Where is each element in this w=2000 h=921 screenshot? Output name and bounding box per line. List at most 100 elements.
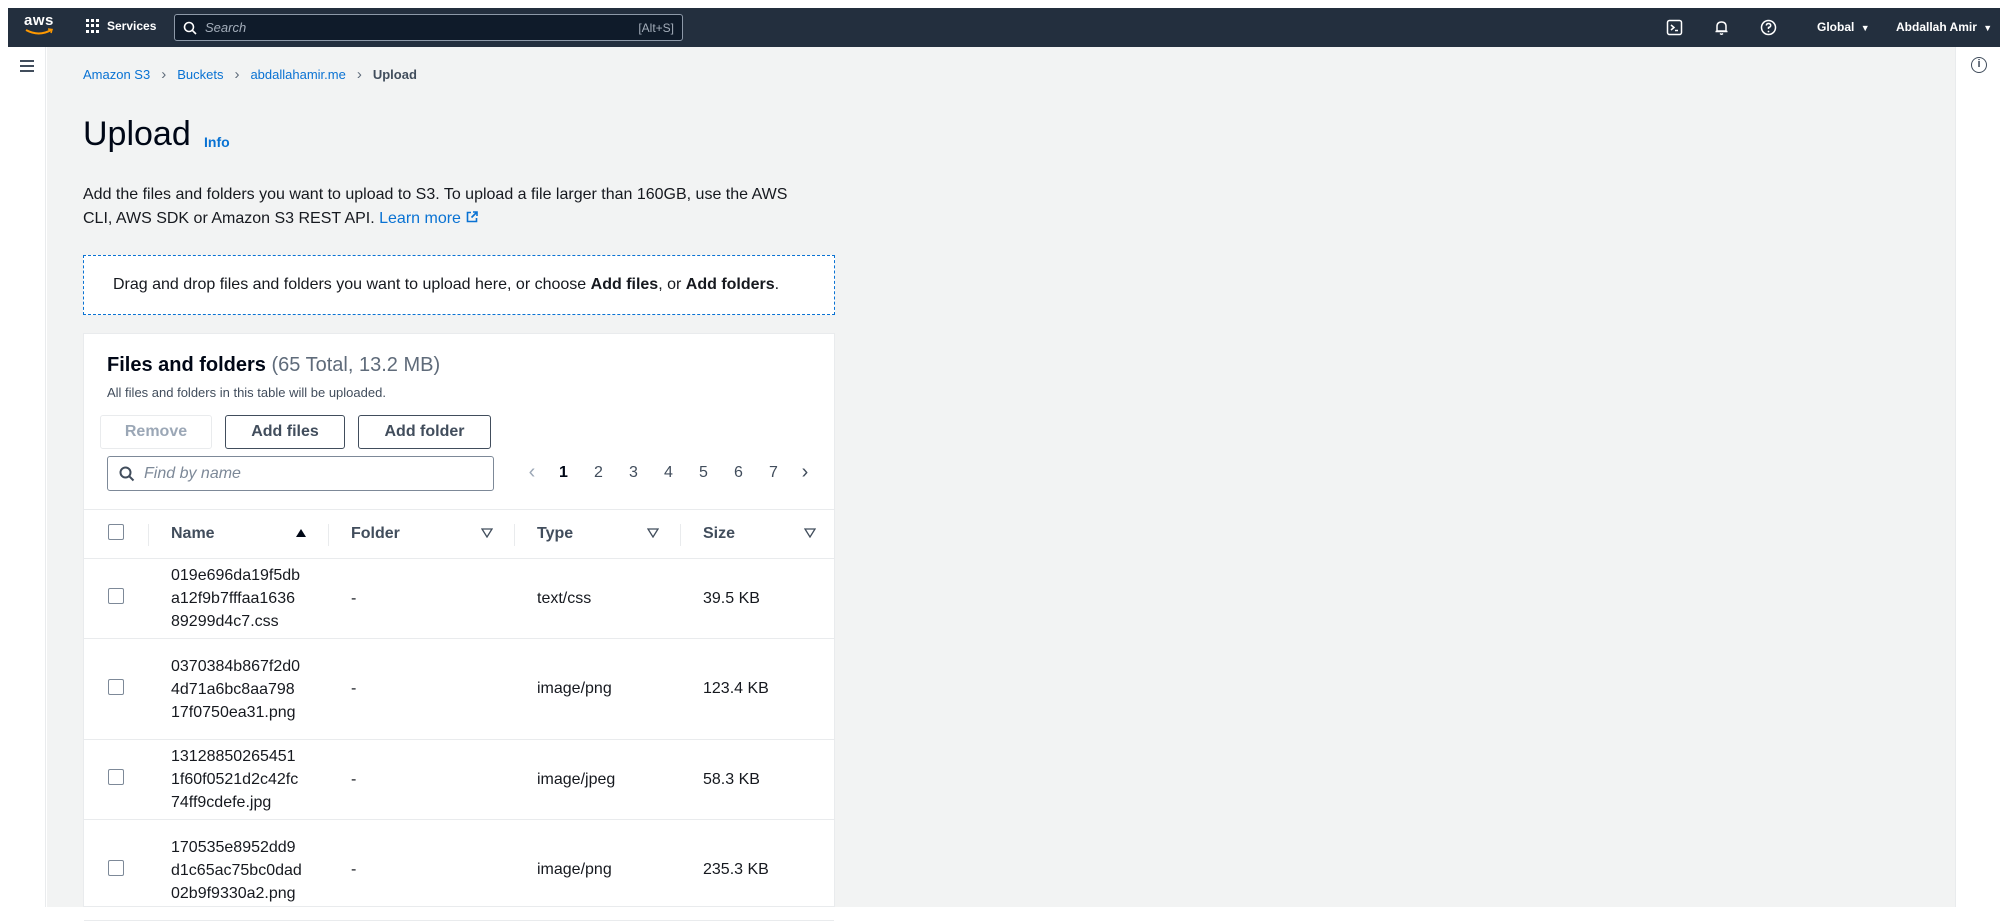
files-table: Name Folder Type Size 019e696da19f5dba12… xyxy=(84,509,834,921)
chevron-right-icon[interactable]: › xyxy=(791,461,819,484)
right-tools-panel: i xyxy=(1955,47,2000,907)
row-size: 39.5 KB xyxy=(681,558,834,639)
caret-down-icon: ▼ xyxy=(1983,23,1993,33)
row-size: 123.4 KB xyxy=(681,638,834,740)
column-header-type[interactable]: Type xyxy=(515,509,681,559)
services-label: Services xyxy=(107,19,157,33)
find-by-name-input[interactable]: Find by name xyxy=(107,456,494,491)
panel-count: (65 Total, 13.2 MB) xyxy=(271,354,441,376)
row-folder: - xyxy=(329,558,515,639)
search-placeholder: Search xyxy=(205,20,247,35)
account-menu[interactable]: Abdallah Amir ▼ xyxy=(1896,20,1992,34)
row-type: image/png xyxy=(515,638,681,740)
select-all-header xyxy=(84,509,149,559)
grid-icon xyxy=(86,19,100,33)
table-row[interactable]: 170535e8952dd9d1c65ac75bc0dad02b9f9330a2… xyxy=(84,819,834,921)
row-file-name: 0370384b867f2d04d71a6bc8aa79817f0750ea31… xyxy=(171,657,301,721)
search-icon xyxy=(119,466,135,481)
top-navigation-bar: aws Services Search [Alt+S] Global ▼ Abd… xyxy=(8,8,2000,47)
row-size: 58.3 KB xyxy=(681,739,834,820)
add-folder-button[interactable]: Add folder xyxy=(358,415,491,449)
search-icon xyxy=(183,21,197,35)
aws-smile-icon xyxy=(25,28,53,35)
page-2[interactable]: 2 xyxy=(581,464,616,482)
table-row[interactable]: 131288502654511f60f0521d2c42fc74ff9cdefe… xyxy=(84,739,834,820)
page-1[interactable]: 1 xyxy=(546,464,581,482)
column-type-label: Type xyxy=(537,525,574,542)
row-size: 235.3 KB xyxy=(681,819,834,921)
sort-ascending-icon xyxy=(296,529,306,537)
page-description: Add the files and folders you want to up… xyxy=(83,183,843,231)
dropzone-add-files: Add files xyxy=(590,276,659,293)
learn-more-label: Learn more xyxy=(379,210,461,227)
select-all-checkbox[interactable] xyxy=(108,523,124,540)
page-5[interactable]: 5 xyxy=(686,464,721,482)
row-file-name: 170535e8952dd9d1c65ac75bc0dad02b9f9330a2… xyxy=(171,838,302,902)
menu-icon[interactable] xyxy=(20,60,34,75)
learn-more-link[interactable]: Learn more xyxy=(379,210,479,227)
info-panel-icon[interactable]: i xyxy=(1971,57,1987,73)
find-placeholder: Find by name xyxy=(144,464,241,482)
pagination: ‹ 1 2 3 4 5 6 7 › xyxy=(518,461,819,484)
description-line-1: Add the files and folders you want to up… xyxy=(83,186,788,203)
dropzone-add-folders: Add folders xyxy=(685,276,775,293)
page-6[interactable]: 6 xyxy=(721,464,756,482)
column-size-label: Size xyxy=(703,525,736,542)
row-type: image/png xyxy=(515,819,681,921)
region-label: Global xyxy=(1817,20,1855,34)
info-link[interactable]: Info xyxy=(204,134,230,150)
panel-title: Files and folders (65 Total, 13.2 MB) xyxy=(107,354,440,377)
breadcrumb-bucket[interactable]: abdallahamir.me xyxy=(250,67,345,82)
row-type: image/jpeg xyxy=(515,739,681,820)
dropzone-text-end: . xyxy=(774,276,780,293)
notifications-bell-icon[interactable] xyxy=(1713,19,1730,36)
search-input[interactable]: Search [Alt+S] xyxy=(174,14,683,41)
breadcrumb-current: Upload xyxy=(372,67,417,82)
left-sidebar xyxy=(8,47,46,907)
sort-caret-icon xyxy=(804,528,816,538)
description-line-2: CLI, AWS SDK or Amazon S3 REST API. xyxy=(83,210,375,227)
dropzone-text-mid: , or xyxy=(658,276,686,293)
column-header-size[interactable]: Size xyxy=(681,509,834,559)
row-folder: - xyxy=(329,819,515,921)
chevron-right-icon: › xyxy=(161,66,167,83)
aws-logo[interactable]: aws xyxy=(24,12,58,40)
breadcrumb-amazon-s3[interactable]: Amazon S3 xyxy=(83,67,150,82)
column-folder-label: Folder xyxy=(351,525,400,542)
account-name: Abdallah Amir xyxy=(1896,20,1977,34)
search-shortcut: [Alt+S] xyxy=(638,20,674,35)
upload-dropzone[interactable]: Drag and drop files and folders you want… xyxy=(83,255,835,315)
region-selector[interactable]: Global ▼ xyxy=(1817,20,1870,34)
panel-title-text: Files and folders xyxy=(107,354,266,376)
add-files-button[interactable]: Add files xyxy=(225,415,345,449)
row-checkbox[interactable] xyxy=(108,769,124,785)
column-name-label: Name xyxy=(171,525,215,542)
caret-down-icon: ▼ xyxy=(1860,23,1870,33)
aws-logo-text: aws xyxy=(24,12,54,29)
row-checkbox[interactable] xyxy=(108,859,124,876)
row-file-name: 131288502654511f60f0521d2c42fc74ff9cdefe… xyxy=(171,748,299,811)
chevron-left-icon[interactable]: ‹ xyxy=(518,461,546,484)
help-icon[interactable] xyxy=(1760,19,1777,36)
services-menu-button[interactable]: Services xyxy=(86,19,156,33)
external-link-icon xyxy=(467,211,479,223)
row-checkbox[interactable] xyxy=(108,678,124,695)
page-3[interactable]: 3 xyxy=(616,464,651,482)
page-4[interactable]: 4 xyxy=(651,464,686,482)
sort-caret-icon xyxy=(647,528,659,538)
page-title: Upload xyxy=(83,115,191,153)
remove-button[interactable]: Remove xyxy=(100,415,212,449)
table-row[interactable]: 019e696da19f5dba12f9b7fffaa163689299d4c7… xyxy=(84,558,834,639)
cloudshell-icon[interactable] xyxy=(1666,19,1683,36)
row-folder: - xyxy=(329,638,515,740)
table-row[interactable]: 0370384b867f2d04d71a6bc8aa79817f0750ea31… xyxy=(84,638,834,740)
row-folder: - xyxy=(329,739,515,820)
sort-caret-icon xyxy=(481,528,493,538)
page-7[interactable]: 7 xyxy=(756,464,791,482)
row-checkbox[interactable] xyxy=(108,588,124,604)
row-file-name: 019e696da19f5dba12f9b7fffaa163689299d4c7… xyxy=(171,567,301,630)
column-header-name[interactable]: Name xyxy=(149,509,329,559)
column-header-folder[interactable]: Folder xyxy=(329,509,515,559)
row-type: text/css xyxy=(515,558,681,639)
breadcrumb-buckets[interactable]: Buckets xyxy=(177,67,223,82)
